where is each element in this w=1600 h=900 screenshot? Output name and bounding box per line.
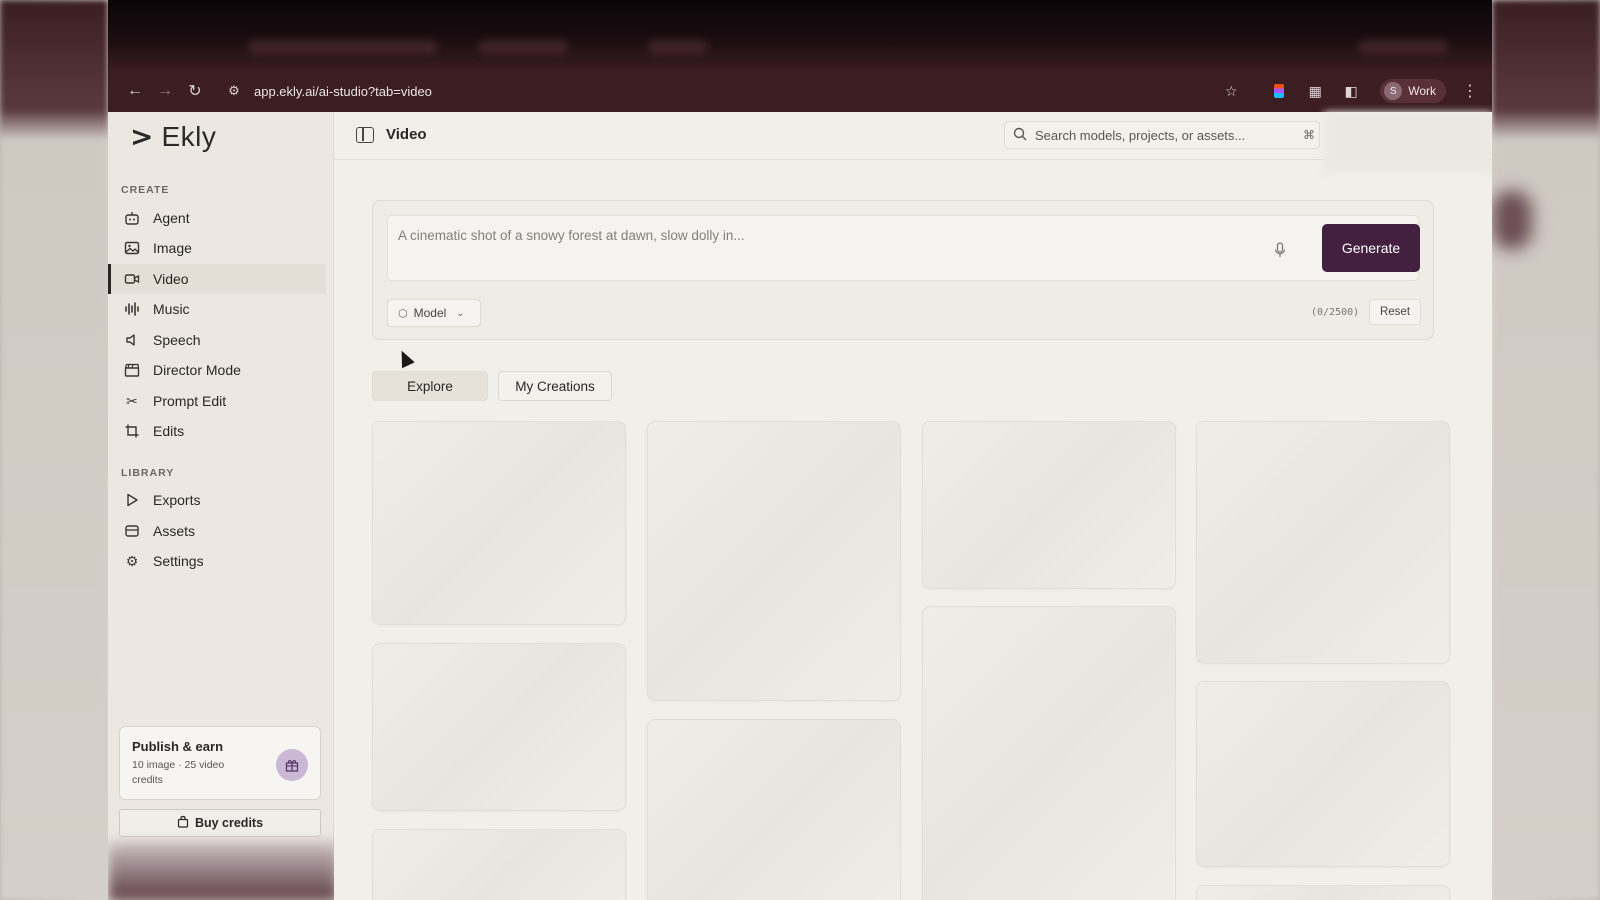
sidebar-item-label: Exports [153,492,201,508]
url-text[interactable]: app.ekly.ai/ai-studio?tab=video [254,84,432,99]
model-selector[interactable]: ⬡ Model ⌄ [387,299,481,327]
keyboard-shortcut-icon: ⌘ [1303,128,1315,142]
tab-my-creations[interactable]: My Creations [498,371,612,401]
crop-icon [123,422,141,440]
reset-button[interactable]: Reset [1369,299,1421,325]
blurred-background-right [1492,0,1600,900]
sidebar-item-prompt-edit[interactable]: ✂ Prompt Edit [108,386,326,416]
gallery-card-placeholder[interactable] [1196,885,1450,900]
shopping-bag-icon [177,815,189,831]
gallery-card-placeholder[interactable] [922,606,1176,900]
logo-text: Ekly [161,120,217,152]
buy-credits-button[interactable]: Buy credits [119,809,321,837]
gallery-card-placeholder[interactable] [1196,681,1450,867]
gallery-card-placeholder[interactable] [1196,421,1450,664]
microphone-icon[interactable] [1274,242,1286,261]
archive-icon [123,522,141,540]
sidebar-item-label: Prompt Edit [153,393,227,409]
back-arrow-icon[interactable]: ← [120,76,150,106]
sidebar-item-label: Music [153,301,190,317]
browser-menu-icon[interactable]: ⋮ [1460,81,1480,101]
search-input[interactable] [1035,127,1295,143]
bookmark-star-icon[interactable]: ☆ [1216,76,1246,106]
gear-icon: ⚙ [125,552,139,569]
gallery-card-placeholder[interactable] [372,829,626,900]
sidebar-item-edits[interactable]: Edits [108,416,326,446]
waveform-icon [123,300,141,318]
logo[interactable]: > Ekly [130,120,216,153]
sidebar-item-image[interactable]: Image [108,233,326,263]
sidebar-item-director-mode[interactable]: Director Mode [108,355,326,385]
extension-grid-icon[interactable]: ▦ [1300,76,1330,106]
sidebar-item-label: Edits [153,423,185,439]
promo-subtitle: 10 image · 25 video credits [132,759,225,786]
sidebar: > Ekly CREATE Agent Image Video Music Sp… [108,112,338,900]
search-bar[interactable]: ⌘ [1004,121,1320,149]
logo-chevron-icon: > [130,120,154,153]
sidebar-item-video[interactable]: Video [108,264,326,294]
sidebar-item-agent[interactable]: Agent [108,203,326,233]
avatar: S [1384,82,1403,100]
sidebar-item-assets[interactable]: Assets [108,516,326,546]
tab-explore[interactable]: Explore [372,371,488,401]
search-icon [1013,127,1027,144]
robot-icon [123,209,141,227]
mouse-cursor-icon [395,347,415,369]
top-bar: Video ⌘ [334,112,1492,172]
publish-earn-card[interactable]: Publish & earn 10 image · 25 video credi… [119,726,321,800]
buy-credits-label: Buy credits [194,816,264,830]
profile-chip[interactable]: S Work [1380,79,1446,103]
gift-icon[interactable] [276,749,308,781]
sidebar-item-label: Video [153,271,189,287]
reload-icon[interactable]: ↻ [180,76,210,106]
sidebar-item-label: Settings [153,553,204,569]
main-content: Video ⌘ Generate [334,112,1492,900]
browser-window: ← → ↻ ⚙ app.ekly.ai/ai-studio?tab=video … [108,0,1492,900]
sidebar-item-label: Image [153,240,192,256]
sidebar-item-exports[interactable]: Exports [108,485,326,515]
address-bar[interactable]: ⚙ app.ekly.ai/ai-studio?tab=video [220,76,1216,106]
figma-extension-icon[interactable] [1264,76,1294,106]
speaker-icon [123,331,141,349]
sidebar-item-label: Assets [153,523,196,539]
browser-toolbar: ← → ↻ ⚙ app.ekly.ai/ai-studio?tab=video … [108,70,1492,112]
browser-tabstrip [108,0,1492,70]
play-icon [123,491,141,509]
sidebar-item-speech[interactable]: Speech [108,325,326,355]
image-icon [123,239,141,257]
character-counter: (0/2500) [1311,307,1360,318]
profile-name: Work [1408,84,1436,98]
sidebar-item-label: Speech [153,332,201,348]
blurred-background-left [0,0,108,900]
page-title: Video [386,126,427,143]
gallery-card-placeholder[interactable] [372,643,626,811]
prompt-input[interactable] [398,228,1258,268]
forward-arrow-icon[interactable]: → [150,76,180,106]
prompt-box: Generate [387,215,1420,281]
generate-button[interactable]: Generate [1322,224,1420,272]
site-settings-icon[interactable]: ⚙ [220,77,248,105]
sidebar-toggle-icon[interactable] [356,127,374,143]
section-label-library: LIBRARY [121,467,175,479]
sidebar-item-music[interactable]: Music [108,294,326,324]
gallery-card-placeholder[interactable] [922,421,1176,589]
sidebar-item-settings[interactable]: ⚙ Settings [108,546,326,576]
prompt-composer: Generate ⬡ Model ⌄ (0/2500) Reset [372,200,1434,340]
app: > Ekly CREATE Agent Image Video Music Sp… [108,112,1492,900]
sidebar-item-label: Agent [153,210,190,226]
gallery-card-placeholder[interactable] [372,421,626,625]
model-label: Model [413,306,447,320]
clapperboard-icon [123,361,141,379]
model-cube-icon: ⬡ [398,307,408,320]
chevron-down-icon: ⌄ [456,307,465,319]
blurred-overlay [108,842,338,900]
scissors-icon: ✂ [126,392,138,409]
blurred-overlay [1324,112,1492,172]
sidebar-item-label: Director Mode [153,362,241,378]
gallery-card-placeholder[interactable] [647,719,901,900]
extensions-puzzle-icon[interactable]: ◧ [1336,76,1366,106]
section-label-create: CREATE [121,184,170,196]
video-camera-icon [123,270,141,288]
gallery-card-placeholder[interactable] [647,421,901,701]
